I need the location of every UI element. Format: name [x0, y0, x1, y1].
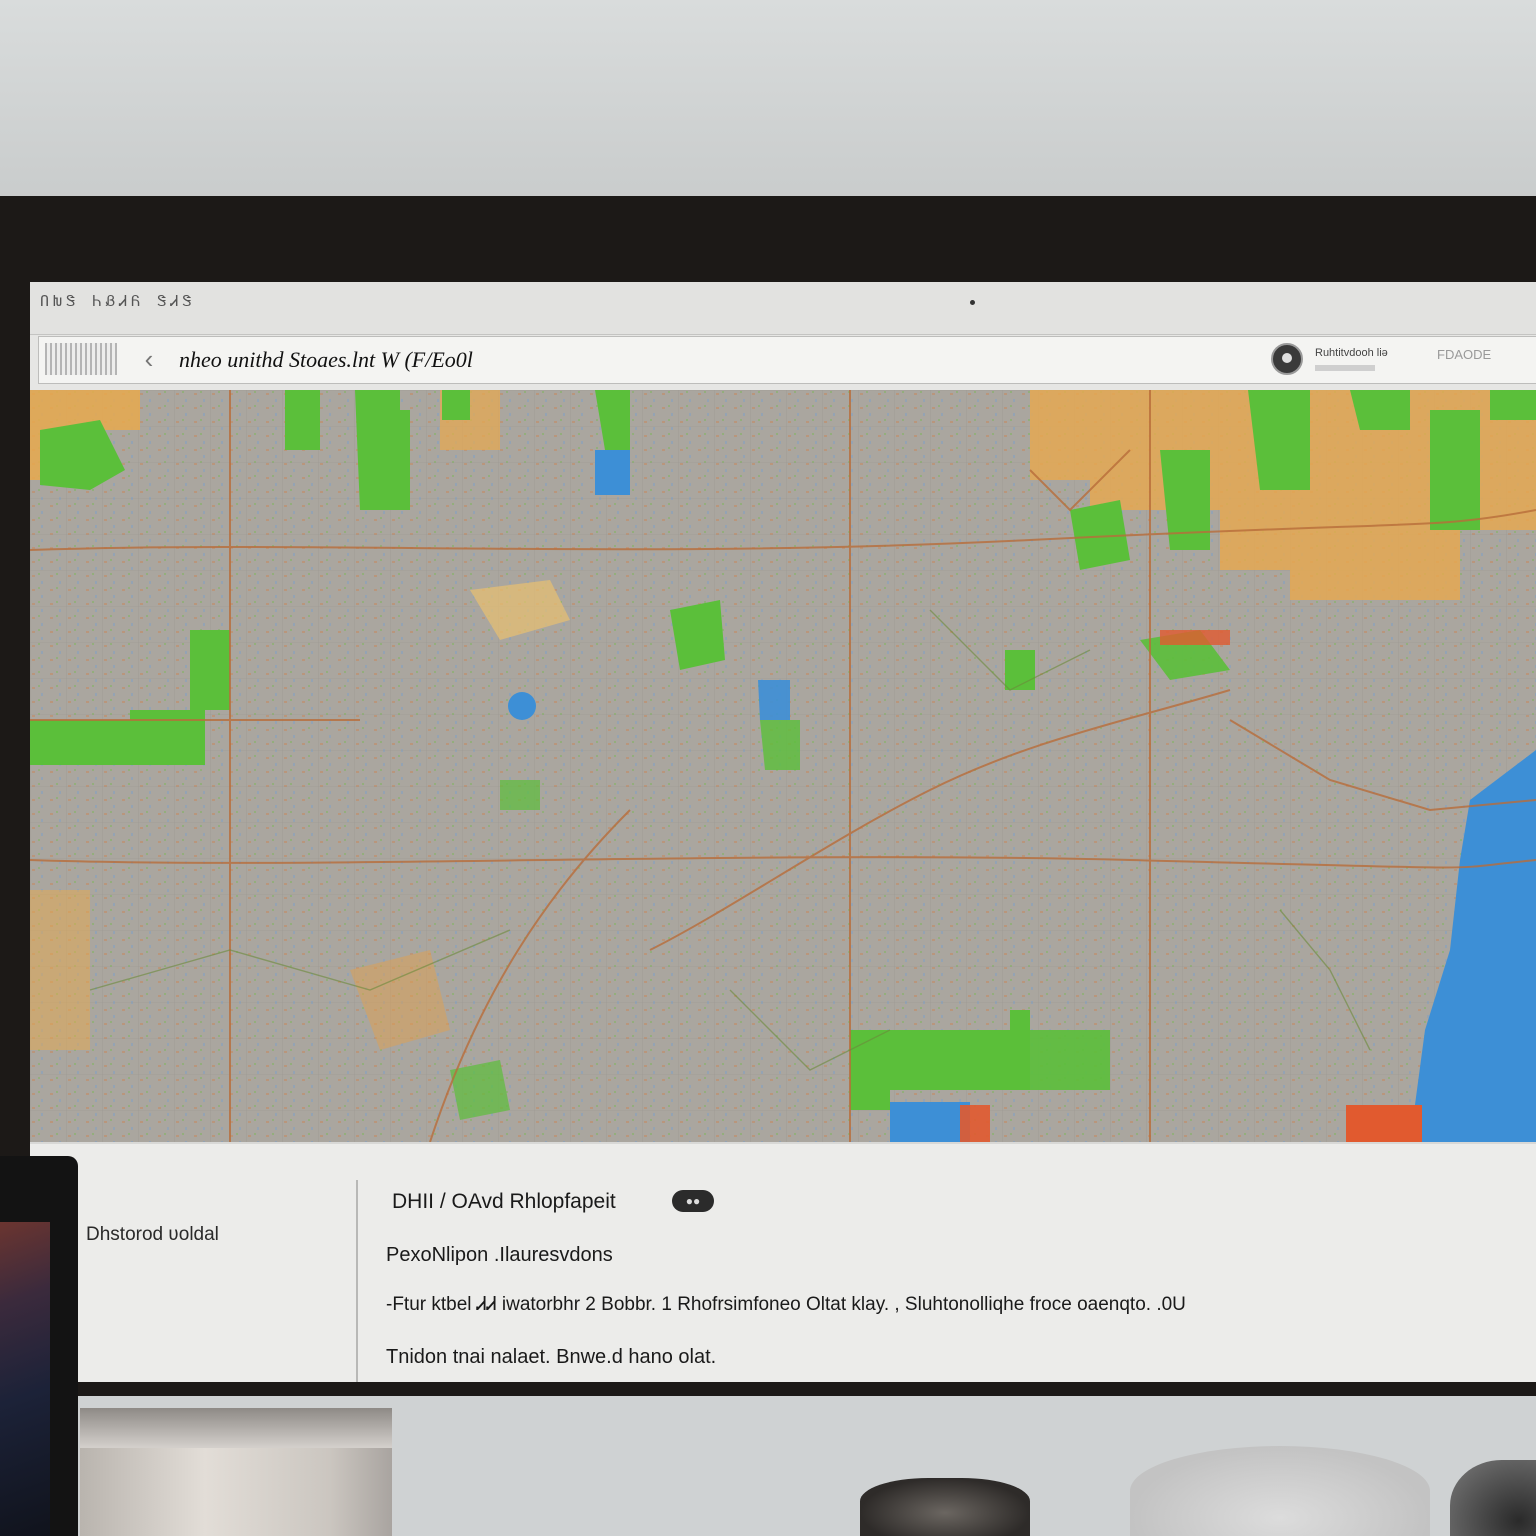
info-panel: Dhstorod ʋoldal DHII / OAvd Rhlopfapeit … [30, 1142, 1536, 1382]
info-badge[interactable]: ●● [672, 1190, 714, 1212]
park-area [980, 1030, 1110, 1090]
park-area [1005, 650, 1035, 690]
titlebar-dot [970, 300, 975, 305]
extension-label[interactable]: Ruhtitvdooh liǝ [1315, 347, 1388, 359]
desk-corner-object [1450, 1460, 1536, 1536]
lake [595, 450, 630, 495]
back-icon[interactable]: ‹ [135, 343, 163, 375]
park-area [1490, 390, 1536, 420]
highlight-block [960, 1105, 990, 1142]
lake [758, 680, 790, 720]
window-titlebar: ՈԽᏕ ᏂᏰᏗᏲ ᏕᏗᏕ [30, 282, 1536, 335]
map-graphic [30, 390, 1536, 1142]
park-area [1350, 390, 1410, 430]
lake [890, 1102, 970, 1142]
park-area [450, 1060, 510, 1120]
side-label[interactable]: Dhstorod ʋoldal [86, 1224, 219, 1246]
park-area [442, 390, 470, 420]
url-text[interactable]: nheo unithd Stoaes.lnt W (F/Eo0l [179, 347, 473, 373]
desk-container-rim [80, 1408, 392, 1448]
park-area [670, 600, 725, 670]
address-bar[interactable]: ‹ nheo unithd Stoaes.lnt W (F/Eo0l Ruhti… [38, 336, 1536, 384]
park-area [1430, 410, 1480, 530]
info-title: DHII / OAvd Rhlopfapeit [392, 1190, 616, 1213]
desk-glass [1130, 1446, 1430, 1536]
profile-icon[interactable] [1271, 343, 1303, 375]
laptop [0, 1156, 78, 1536]
map-canvas[interactable] [30, 390, 1536, 1142]
park-area [500, 780, 540, 810]
extension-sublabel [1315, 365, 1375, 371]
desk-object [860, 1478, 1030, 1536]
park-area [285, 390, 320, 450]
highlight-block [1160, 630, 1230, 645]
panel-divider [356, 1180, 358, 1382]
info-line: Tnidon tnai nalaet. Bnwe.d hano olat. [386, 1346, 717, 1368]
highlight-block [1346, 1105, 1422, 1142]
lake [508, 692, 536, 720]
extension-label-secondary[interactable]: FDAODE [1437, 347, 1491, 362]
park-area [190, 630, 230, 710]
app-logo [45, 343, 117, 375]
laptop-screen [0, 1222, 50, 1536]
info-line: -Ftur ktbel ᏗᏗ iwatorbhr 2 Bobbr. 1 Rhof… [386, 1294, 1186, 1315]
wall-background [0, 0, 1536, 200]
land-area [30, 890, 90, 1050]
park-area [760, 720, 800, 770]
monitor-screen: ՈԽᏕ ᏂᏰᏗᏲ ᏕᏗᏕ ‹ nheo unithd Stoaes.lnt W … [30, 282, 1536, 1382]
menu-text[interactable]: ՈԽᏕ ᏂᏰᏗᏲ ᏕᏗᏕ [40, 292, 196, 310]
info-line: PexoNlipon .Ilauresvdons [386, 1244, 613, 1266]
